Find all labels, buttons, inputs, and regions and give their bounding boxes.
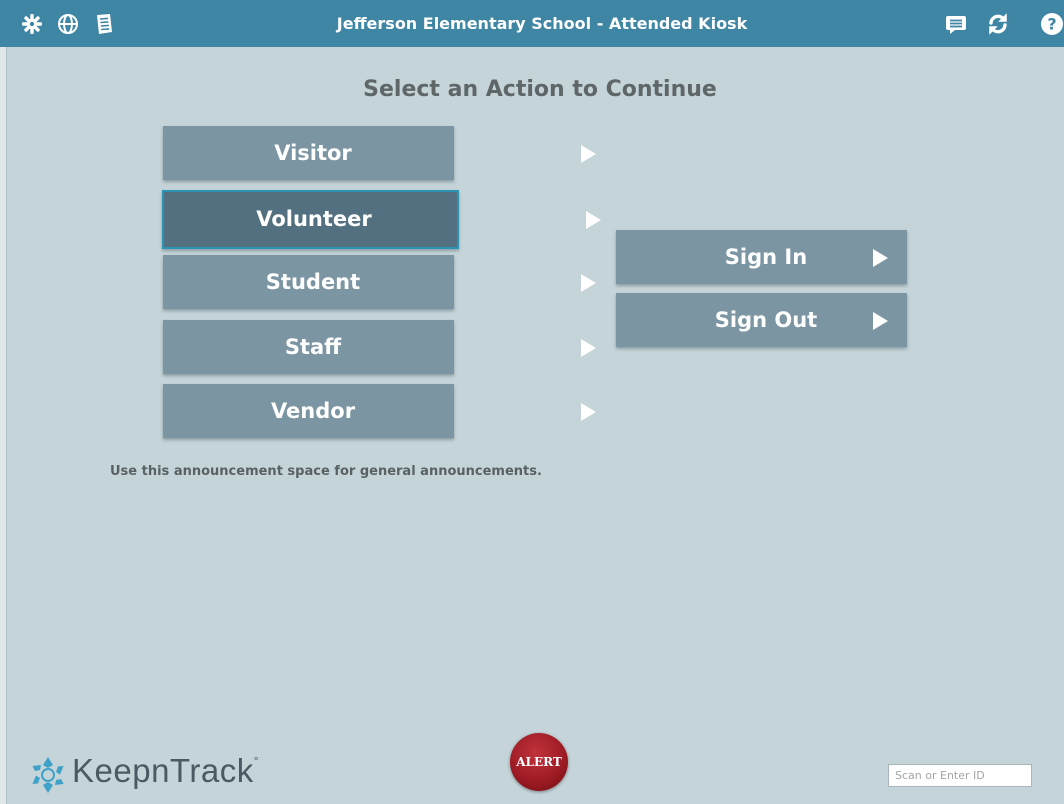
alert-button[interactable]: ALERT: [510, 733, 568, 791]
vendor-button[interactable]: Vendor: [163, 384, 596, 438]
svg-text:?: ?: [1047, 15, 1056, 34]
sign-out-button[interactable]: Sign Out: [616, 293, 907, 347]
arrow-right-icon: [873, 249, 888, 267]
arrow-right-icon: [581, 339, 596, 357]
announcement-text: Use this announcement space for general …: [110, 464, 542, 479]
arrow-right-icon: [581, 403, 596, 421]
button-label: Vendor: [270, 399, 356, 423]
help-icon[interactable]: ?: [1040, 12, 1064, 36]
logo-text: KeepnTrack: [72, 752, 254, 789]
button-label: Visitor: [274, 141, 352, 165]
top-bar: Jefferson Elementary School - Attended K…: [0, 0, 1064, 47]
button-label: Volunteer: [256, 207, 372, 231]
scan-id-input[interactable]: [888, 764, 1032, 787]
visitor-button[interactable]: Visitor: [163, 126, 596, 180]
logo-registered-mark: °: [253, 754, 260, 768]
kiosk-title: Jefferson Elementary School - Attended K…: [336, 14, 748, 33]
button-label: Sign In: [724, 245, 808, 269]
page-heading: Select an Action to Continue: [363, 77, 717, 102]
refresh-icon[interactable]: [986, 12, 1010, 36]
keepntrack-logo-mark-icon: [32, 757, 64, 793]
logo-wordmark: KeepnTrack°: [72, 752, 259, 790]
student-button[interactable]: Student: [163, 255, 596, 309]
button-label: Student: [265, 270, 361, 294]
volunteer-button[interactable]: Volunteer: [162, 190, 601, 249]
staff-button[interactable]: Staff: [163, 320, 596, 374]
arrow-right-icon: [581, 145, 596, 163]
button-label: Sign Out: [714, 308, 818, 332]
button-label: Staff: [284, 335, 342, 359]
window-left-edge: [0, 0, 7, 804]
arrow-right-icon: [586, 211, 601, 229]
arrow-right-icon: [581, 274, 596, 292]
message-icon[interactable]: [944, 12, 968, 36]
arrow-right-icon: [873, 312, 888, 330]
sign-in-button[interactable]: Sign In: [616, 230, 907, 284]
